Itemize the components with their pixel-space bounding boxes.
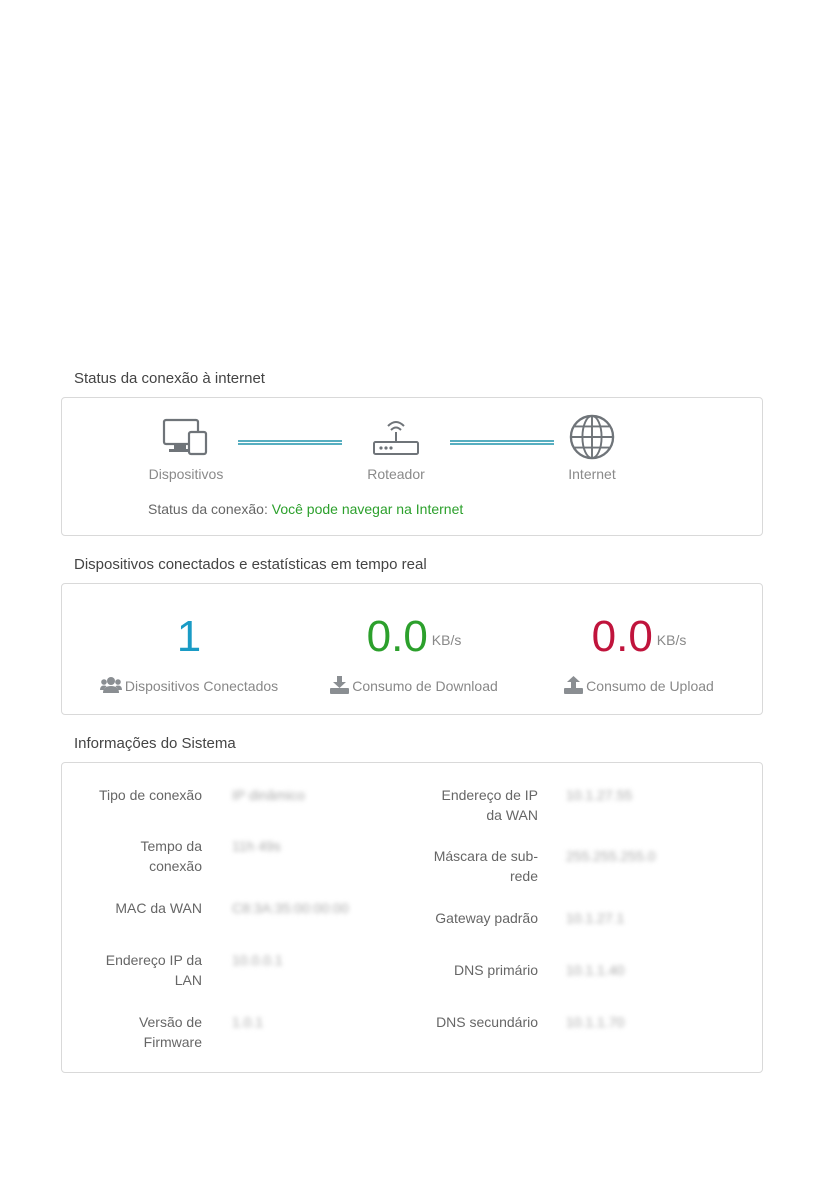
- internet-node: Internet: [532, 414, 652, 482]
- download-stat: 0.0 KB/s Consumo de Download: [297, 584, 531, 714]
- upload-caption: Consumo de Upload: [586, 678, 714, 694]
- info-value: 10.1.27.55: [566, 787, 633, 803]
- devices-node: Dispositivos: [126, 416, 246, 482]
- router-node: Roteador: [336, 416, 456, 482]
- download-icon: [330, 676, 350, 694]
- download-value: 0.0: [366, 612, 428, 661]
- info-key: DNS primário: [453, 962, 538, 978]
- info-value: 1.0.1: [232, 1014, 264, 1030]
- connected-devices-caption: Dispositivos Conectados: [124, 678, 279, 694]
- devices-label: Dispositivos: [148, 466, 224, 482]
- router-label: Roteador: [367, 466, 425, 482]
- download-caption: Consumo de Download: [352, 678, 498, 694]
- connection-status-value: Você pode navegar na Internet: [271, 501, 464, 517]
- info-key: Endereço de IP da WAN: [441, 787, 538, 823]
- info-value: C8:3A:35:00:00:00: [232, 900, 349, 916]
- info-value: 255.255.255.0: [566, 848, 656, 864]
- system-info-title: Informações do Sistema: [74, 735, 236, 752]
- info-key: Tipo de conexão: [99, 787, 202, 803]
- connection-status-line: Status da conexão: Você pode navegar na …: [148, 501, 463, 517]
- info-value: 10.1.1.40: [566, 962, 625, 978]
- users-icon: [99, 677, 122, 693]
- connection-status-prefix: Status da conexão:: [148, 501, 268, 517]
- info-key: Endereço IP da LAN: [105, 952, 202, 988]
- devices-icon: [162, 418, 208, 456]
- info-value: 11h 49s: [232, 838, 281, 854]
- download-value-row: 0.0 KB/s: [297, 612, 531, 665]
- upload-unit: KB/s: [656, 632, 687, 648]
- download-unit: KB/s: [431, 632, 462, 648]
- stats-title: Dispositivos conectados e estatísticas e…: [74, 556, 427, 573]
- info-value: IP dinâmico: [232, 787, 305, 803]
- info-key: Máscara de sub-rede: [433, 848, 538, 884]
- info-key: DNS secundário: [436, 1014, 538, 1030]
- upload-stat: 0.0 KB/s Consumo de Upload: [522, 584, 756, 714]
- connected-devices-stat: 1 Dispositivos Conectados: [72, 584, 306, 714]
- connected-devices-caption-row: Dispositivos Conectados: [72, 676, 306, 694]
- upload-value: 0.0: [591, 612, 653, 661]
- system-info-card: Tipo de conexão IP dinâmico Tempo da con…: [61, 762, 763, 1073]
- upload-value-row: 0.0 KB/s: [522, 612, 756, 665]
- upload-icon: [564, 676, 584, 694]
- info-key: Gateway padrão: [435, 910, 538, 926]
- info-key: Versão de Firmware: [138, 1014, 202, 1050]
- router-icon: [373, 421, 419, 455]
- connected-devices-count: 1: [176, 612, 202, 661]
- devices-router-link: [238, 440, 342, 445]
- info-key: Tempo da conexão: [140, 838, 202, 874]
- connection-status-title: Status da conexão à internet: [74, 370, 265, 387]
- globe-icon: [569, 414, 615, 460]
- info-value: 10.1.1.70: [566, 1014, 625, 1030]
- info-value: 10.0.0.1: [232, 952, 283, 968]
- upload-caption-row: Consumo de Upload: [522, 676, 756, 694]
- info-key: MAC da WAN: [115, 900, 202, 916]
- info-value: 10.1.27.1: [566, 910, 625, 926]
- download-caption-row: Consumo de Download: [297, 676, 531, 694]
- internet-label: Internet: [568, 466, 616, 482]
- stats-card: 1 Dispositivos Conectados 0.0 KB/s Consum…: [61, 583, 763, 715]
- connection-status-card: Dispositivos Roteador Internet Status da…: [61, 397, 763, 536]
